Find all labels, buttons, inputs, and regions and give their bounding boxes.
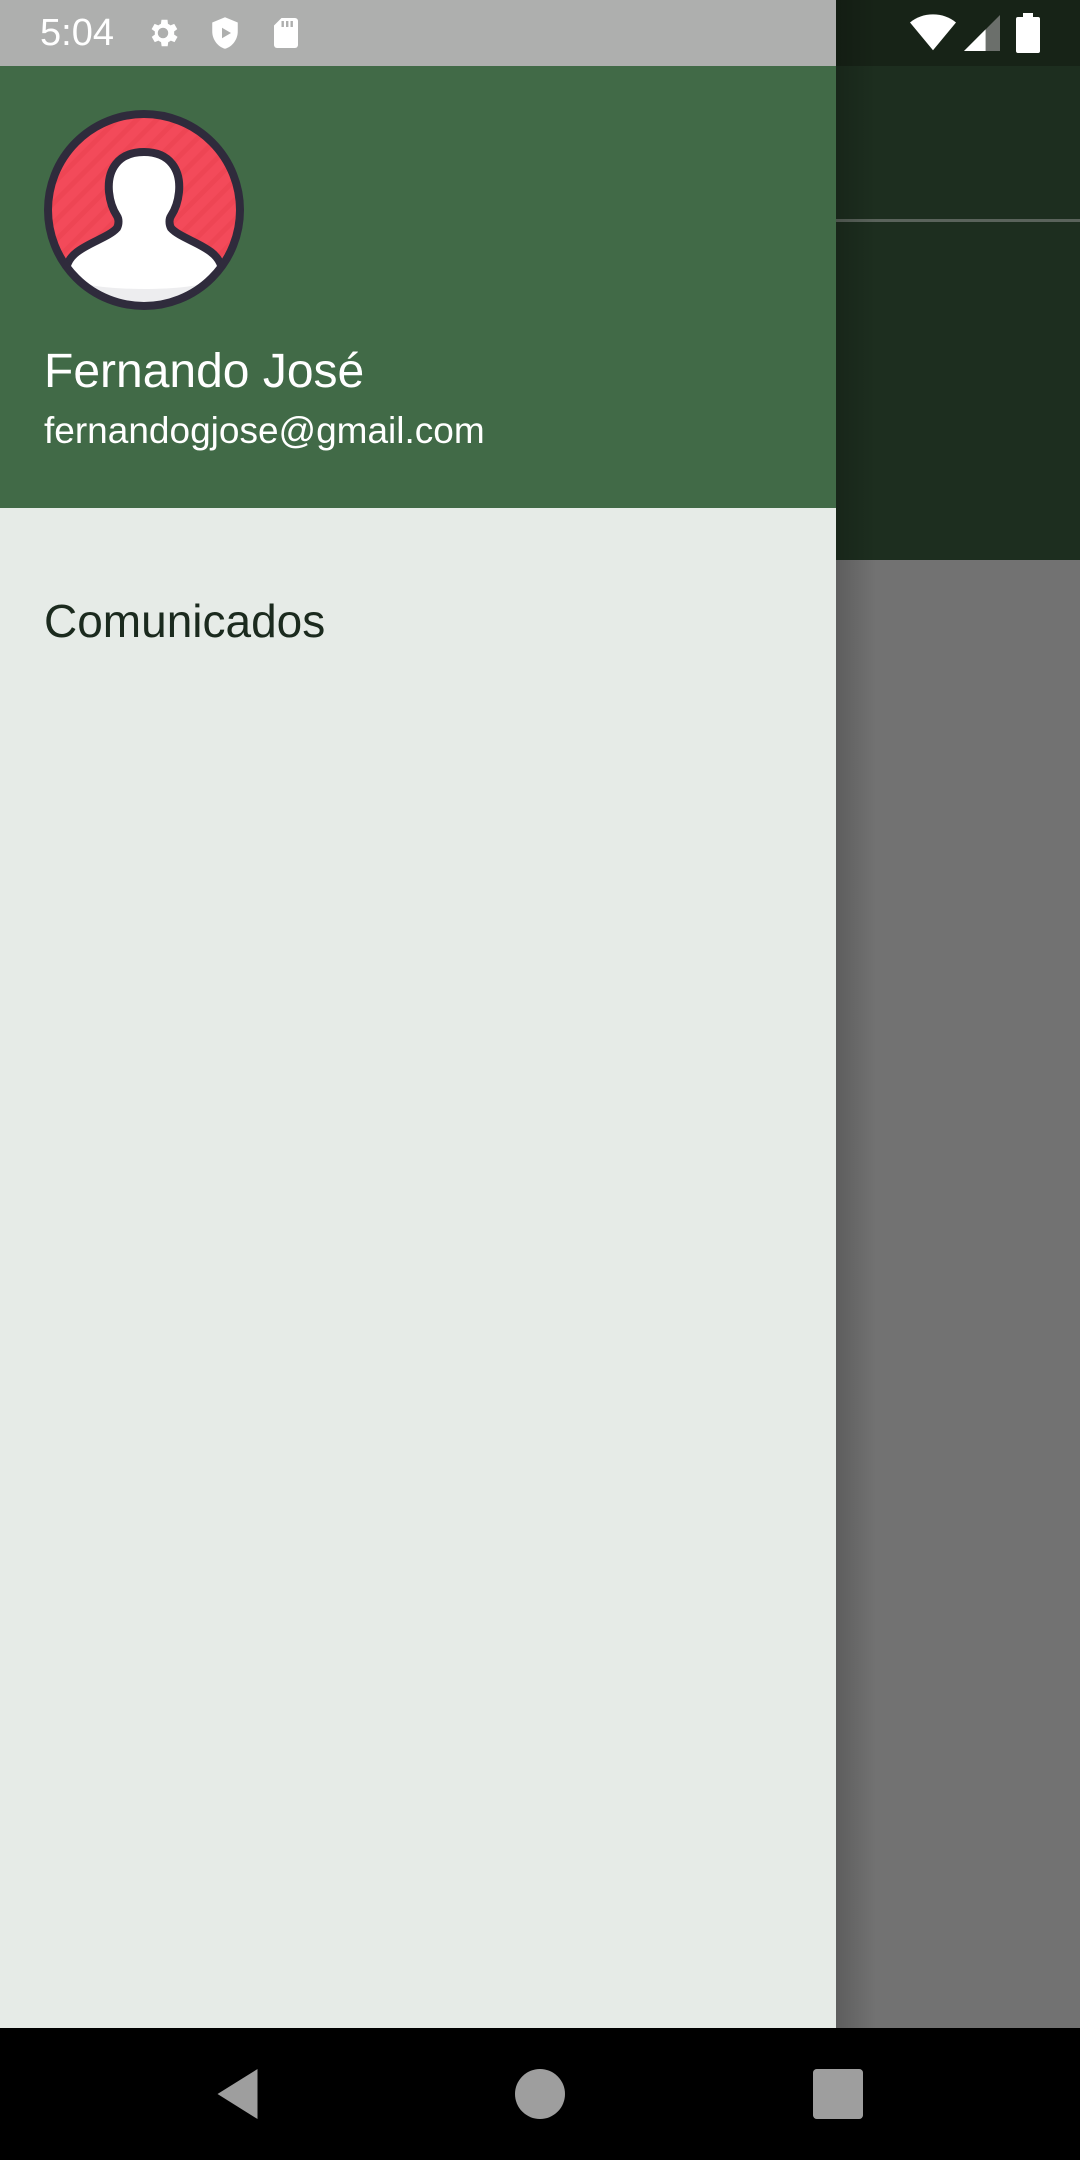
status-time: 5:04	[40, 12, 114, 54]
screen: 5:04 Fernando José fernandogjose@gmail.c…	[0, 0, 1080, 2160]
navigation-bar	[0, 2028, 1080, 2160]
recents-icon[interactable]	[808, 2064, 868, 2124]
status-bar-drawer-section	[0, 0, 836, 66]
cell-signal-icon	[964, 15, 1000, 51]
menu-item-comunicados[interactable]: Comunicados	[0, 578, 836, 668]
sd-card-icon	[274, 18, 298, 48]
home-icon[interactable]	[510, 2064, 570, 2124]
wifi-icon	[910, 14, 956, 51]
gear-icon	[151, 19, 178, 47]
user-email: fernandogjose@gmail.com	[44, 410, 485, 451]
drawer-shadow	[836, 0, 876, 2028]
navigation-drawer: Fernando José fernandogjose@gmail.com Co…	[0, 66, 836, 2028]
user-name: Fernando José	[44, 345, 365, 398]
shield-icon	[212, 17, 238, 49]
avatar[interactable]	[44, 110, 244, 310]
menu-item-label: Comunicados	[44, 595, 326, 647]
battery-icon	[1016, 13, 1040, 53]
drawer-header: Fernando José fernandogjose@gmail.com	[0, 66, 836, 508]
back-icon[interactable]	[210, 2064, 270, 2124]
status-bar: 5:04	[0, 0, 1080, 66]
